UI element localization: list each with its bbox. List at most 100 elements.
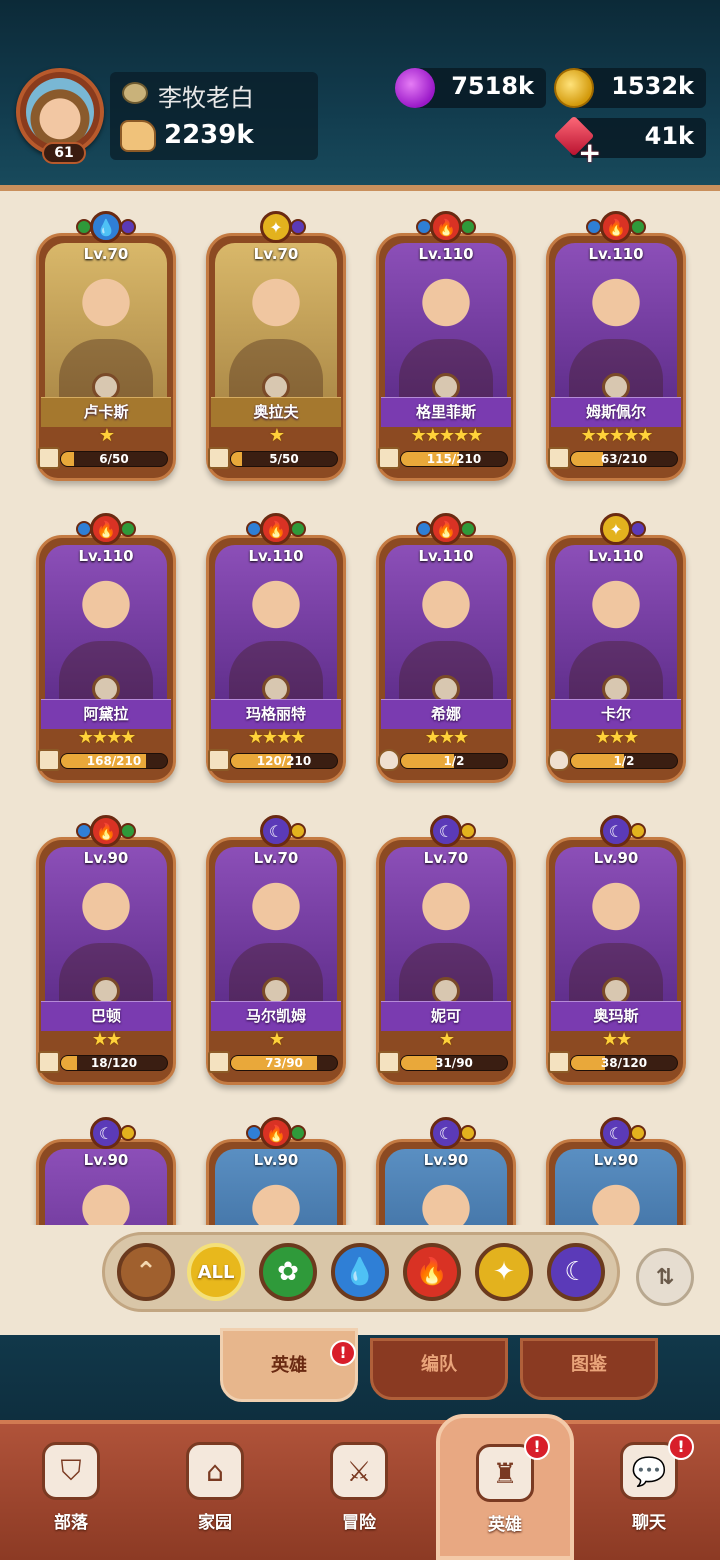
hero-stars: ★★★ (424, 727, 469, 748)
light-element-icon (460, 823, 476, 839)
nav-adventure-label: 冒险 (342, 1513, 376, 1533)
filter-dark-icon[interactable]: ☾ (547, 1243, 605, 1301)
hero-figure-head (241, 1177, 311, 1225)
light-element-icon (460, 1125, 476, 1141)
element-icons: 🔥 (74, 513, 138, 547)
fire-element-icon: 🔥 (430, 211, 462, 243)
puzzle-shard-icon (208, 447, 230, 469)
element-icons: 💧 (74, 211, 138, 245)
hero-card[interactable]: 🔥 Lv.110 格里菲斯 ★★★★★ 115/210 (376, 211, 516, 481)
shard-progress-text: 115/210 (426, 452, 482, 466)
tab-codex-label: 图鉴 (571, 1354, 607, 1375)
puzzle-shard-icon (208, 749, 230, 771)
nav-home[interactable]: ⌂ 家园 (160, 1430, 270, 1540)
hero-stars: ★★ (601, 1029, 632, 1050)
hero-level: Lv.110 (248, 547, 304, 565)
gem-amount: 41k (644, 122, 694, 150)
hero-stars: ★★ (91, 1029, 122, 1050)
hero-figure-head (581, 271, 651, 341)
avatar[interactable]: 61 (16, 68, 104, 164)
hero-name: 巴顿 (41, 1001, 171, 1031)
top-header: 61 李牧老白 2239k 7518k 1532k 41k + (0, 0, 720, 185)
hero-card[interactable]: ☾ Lv.90 (376, 1117, 516, 1225)
tab-heroes-alert-badge: ! (330, 1340, 356, 1366)
hero-level: Lv.90 (423, 1151, 469, 1169)
puzzle-shard-icon (548, 447, 570, 469)
hero-stars: ★★★★★ (580, 425, 654, 446)
filter-water-icon[interactable]: 💧 (331, 1243, 389, 1301)
shard-progress-bar: 31/90 (400, 1055, 508, 1071)
hero-card[interactable]: 🔥 Lv.110 姆斯佩尔 ★★★★★ 63/210 (546, 211, 686, 481)
avatar-portrait (26, 78, 94, 146)
hero-stars: ★ (268, 1029, 285, 1050)
tab-formation-label: 编队 (421, 1354, 457, 1375)
shard-progress-bar: 120/210 (230, 753, 338, 769)
hero-card[interactable]: 🔥 Lv.90 (206, 1117, 346, 1225)
hero-level: Lv.70 (423, 849, 469, 867)
tab-formation[interactable]: 编队 (370, 1338, 508, 1400)
fire-element-icon: 🔥 (430, 513, 462, 545)
hero-name: 阿黛拉 (41, 699, 171, 729)
hero-level: Lv.110 (418, 245, 474, 263)
puzzle-shard-icon (38, 749, 60, 771)
hero-card[interactable]: 💧 Lv.70 卢卡斯 ★ 6/50 (36, 211, 176, 481)
hero-figure-head (581, 573, 651, 643)
filter-nature-icon[interactable]: ✿ (259, 1243, 317, 1301)
sort-button[interactable]: ⇅ (636, 1248, 694, 1306)
shard-progress-bar: 73/90 (230, 1055, 338, 1071)
filter-fire-icon[interactable]: 🔥 (403, 1243, 461, 1301)
hero-level: Lv.70 (253, 245, 299, 263)
hero-card[interactable]: ☾ Lv.90 (546, 1117, 686, 1225)
hero-name: 卢卡斯 (41, 397, 171, 427)
collapse-up-icon[interactable]: ⌃ (117, 1243, 175, 1301)
hero-card[interactable]: ☾ Lv.70 妮可 ★ 31/90 (376, 815, 516, 1085)
dark-element-icon (120, 219, 136, 235)
player-name: 李牧老白 (158, 84, 254, 112)
hero-grid[interactable]: 💧 Lv.70 卢卡斯 ★ 6/50 ✦ Lv.70 奥拉夫 ★ 5/50 🔥 Lv.110 格里菲斯 ★… (0, 211, 720, 1225)
shard-progress-bar: 18/120 (60, 1055, 168, 1071)
shard-progress-text: 31/90 (435, 1056, 473, 1070)
hero-card[interactable]: ☾ Lv.90 (36, 1117, 176, 1225)
hero-card[interactable]: 🔥 Lv.110 阿黛拉 ★★★★ 168/210 (36, 513, 176, 783)
hero-level: Lv.110 (418, 547, 474, 565)
shard-progress-text: 6/50 (99, 452, 129, 466)
hero-figure-head (581, 875, 651, 945)
hero-name: 马尔凯姆 (211, 1001, 341, 1031)
light-element-icon (630, 823, 646, 839)
element-icons: ✦ (584, 513, 648, 547)
hero-figure-head (241, 271, 311, 341)
hero-level: Lv.110 (588, 245, 644, 263)
hero-level: Lv.90 (253, 1151, 299, 1169)
element-icons: ☾ (414, 1117, 478, 1151)
light-element-icon (290, 823, 306, 839)
hero-figure-head (411, 271, 481, 341)
filter-all-button[interactable]: ALL (187, 1243, 245, 1301)
add-gems-icon[interactable]: + (578, 136, 601, 169)
hero-card[interactable]: 🔥 Lv.110 玛格丽特 ★★★★ 120/210 (206, 513, 346, 783)
element-filter-bar: ⌃ ALL ✿ 💧 🔥 ✦ ☾ (102, 1232, 620, 1312)
hero-card[interactable]: 🔥 Lv.110 希娜 ★★★ 1/2 (376, 513, 516, 783)
tab-codex[interactable]: 图鉴 (520, 1338, 658, 1400)
hero-card[interactable]: ✦ Lv.110 卡尔 ★★★ 1/2 (546, 513, 686, 783)
dark-element-icon (630, 521, 646, 537)
shard-progress-bar: 5/50 (230, 451, 338, 467)
potion-icon (395, 68, 435, 108)
nav-chat-alert-badge: ! (668, 1434, 694, 1460)
shard-progress-bar: 6/50 (60, 451, 168, 467)
shard-progress-text: 18/120 (90, 1056, 138, 1070)
hero-card[interactable]: ✦ Lv.70 奥拉夫 ★ 5/50 (206, 211, 346, 481)
fist-power-icon (120, 120, 156, 152)
hero-card[interactable]: ☾ Lv.90 奥玛斯 ★★ 38/120 (546, 815, 686, 1085)
nav-heroes[interactable]: ♜ 英雄 (436, 1414, 574, 1560)
hero-stars: ★ (438, 1029, 455, 1050)
hero-stars: ★★★★★ (410, 425, 484, 446)
hero-card[interactable]: 🔥 Lv.90 巴顿 ★★ 18/120 (36, 815, 176, 1085)
hero-card[interactable]: ☾ Lv.70 马尔凯姆 ★ 73/90 (206, 815, 346, 1085)
shard-progress-text: 38/120 (600, 1056, 648, 1070)
filter-light-icon[interactable]: ✦ (475, 1243, 533, 1301)
nav-heroes-alert-badge: ! (524, 1434, 550, 1460)
hero-level: Lv.90 (593, 1151, 639, 1169)
nav-adventure[interactable]: ⚔ 冒险 (304, 1430, 414, 1540)
nature-element-icon (630, 219, 646, 235)
nav-tribe[interactable]: ⛉ 部落 (16, 1430, 126, 1540)
